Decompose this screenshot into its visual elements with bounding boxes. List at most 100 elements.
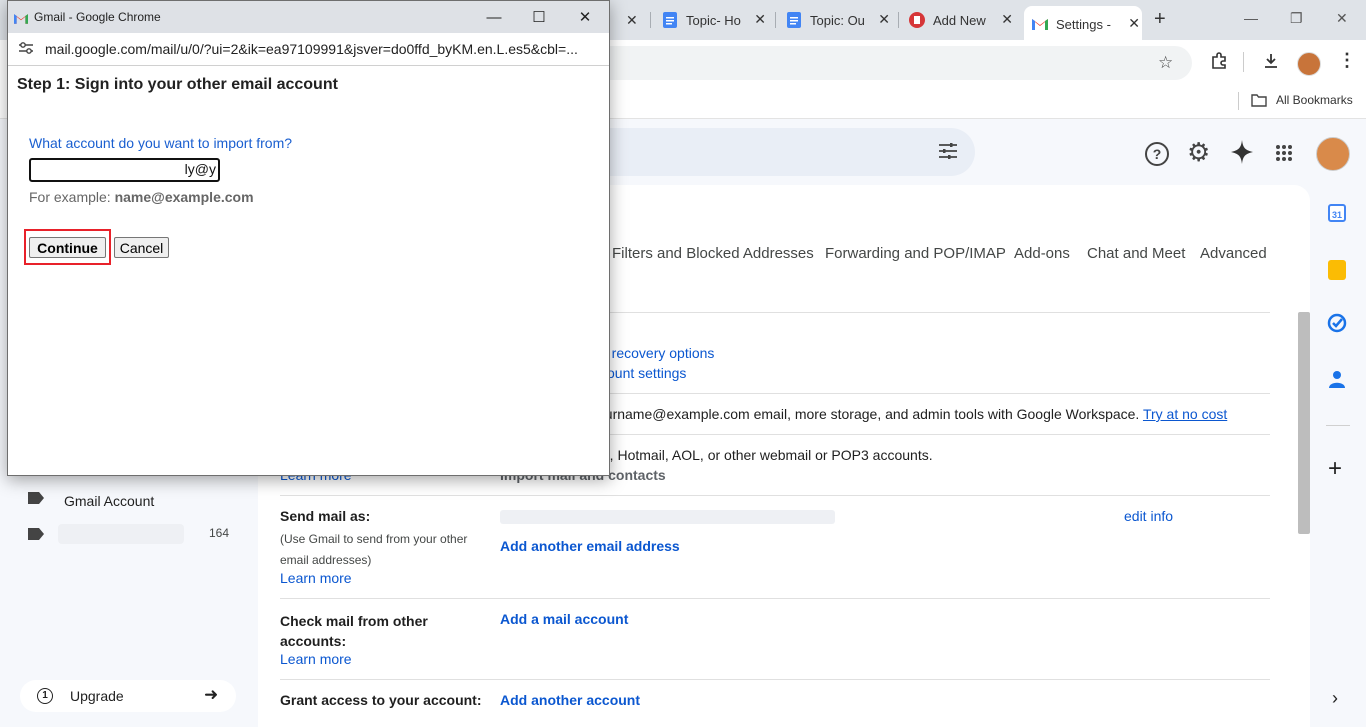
check-mail-label: Check mail from other accounts: <box>280 613 428 649</box>
side-panel-divider <box>1326 425 1350 426</box>
step-heading: Step 1: Sign into your other email accou… <box>17 76 338 93</box>
contacts-icon[interactable] <box>1329 370 1345 393</box>
upgrade-button[interactable]: 1 Upgrade ➜ <box>20 680 236 712</box>
tab-label: Settings - <box>1056 16 1111 32</box>
apps-grid-icon[interactable] <box>1275 144 1293 167</box>
gmail-icon <box>14 11 28 29</box>
add-another-account-link[interactable]: Add another account <box>500 692 640 708</box>
cancel-button[interactable]: Cancel <box>114 237 169 258</box>
tab-separator <box>775 12 776 28</box>
add-mail-account-link[interactable]: Add a mail account <box>500 611 628 627</box>
folder-icon <box>1251 93 1267 112</box>
tasks-icon[interactable] <box>1327 313 1347 338</box>
popup-minimize-icon[interactable]: — <box>474 5 514 29</box>
toolbar-divider <box>1243 52 1244 72</box>
upgrade-icon: 1 <box>37 688 53 704</box>
restore-icon[interactable]: ❐ <box>1290 10 1303 27</box>
wordpress-icon <box>909 12 925 28</box>
extensions-icon[interactable] <box>1210 52 1228 75</box>
example-value: name@example.com <box>114 189 254 205</box>
example-prefix: For example: <box>29 189 115 205</box>
add-email-address-link[interactable]: Add another email address <box>500 538 680 554</box>
popup-title: Gmail - Google Chrome <box>34 10 161 24</box>
workspace-text: ourname@example.com email, more storage,… <box>597 406 1143 422</box>
gmail-icon <box>1032 16 1048 32</box>
all-bookmarks-link[interactable]: All Bookmarks <box>1276 93 1353 107</box>
account-link[interactable]: d recovery options <box>600 345 714 361</box>
learn-more-link[interactable]: Learn more <box>280 570 352 586</box>
label-tag-icon <box>28 527 44 545</box>
sidebar-label-redacted[interactable] <box>58 524 184 544</box>
popup-close-icon[interactable]: ✕ <box>565 5 605 29</box>
tab-filters-blocked[interactable]: Filters and Blocked Addresses <box>612 245 814 262</box>
tab-chat-meet[interactable]: Chat and Meet <box>1087 245 1185 262</box>
arrow-right-icon: ➜ <box>204 685 219 704</box>
chevron-right-icon[interactable]: › <box>1332 688 1338 709</box>
docs-icon <box>786 12 802 28</box>
send-mail-as-note: (Use Gmail to send from your other email… <box>280 532 468 567</box>
try-workspace-link[interactable]: Try at no cost <box>1143 406 1227 422</box>
upgrade-label: Upgrade <box>70 688 124 704</box>
account-link[interactable]: count settings <box>600 365 686 381</box>
import-description: o!, Hotmail, AOL, or other webmail or PO… <box>598 447 933 463</box>
tab-label: Add New <box>933 12 986 28</box>
bookmark-divider <box>1238 92 1239 110</box>
send-mail-as-label: Send mail as: <box>280 508 371 524</box>
row-divider <box>280 495 1270 496</box>
sidebar-label-gmail-account[interactable]: Gmail Account <box>64 493 154 509</box>
learn-more-link[interactable]: Learn more <box>280 651 352 667</box>
gemini-sparkle-icon[interactable] <box>1231 140 1253 169</box>
close-tab-icon[interactable]: ✕ <box>878 11 890 28</box>
label-tag-icon <box>28 491 44 509</box>
close-tab-icon[interactable]: ✕ <box>754 11 766 28</box>
close-tab-icon[interactable]: ✕ <box>626 12 638 29</box>
account-avatar[interactable] <box>1316 137 1350 171</box>
row-divider <box>280 679 1270 680</box>
tab-add-new[interactable]: Add New ✕ <box>909 8 1021 32</box>
add-app-icon[interactable]: + <box>1328 455 1342 483</box>
docs-icon <box>662 12 678 28</box>
edit-info-link[interactable]: edit info <box>1124 508 1173 524</box>
content-scrollbar[interactable] <box>1298 312 1310 534</box>
gear-icon[interactable]: ⚙ <box>1187 138 1210 166</box>
calendar-icon[interactable]: 31 <box>1328 204 1346 222</box>
redacted-email <box>500 510 835 524</box>
tab-forwarding-pop-imap[interactable]: Forwarding and POP/IMAP <box>825 245 1006 262</box>
more-menu-icon[interactable]: ⋮ <box>1338 50 1356 71</box>
popup-url-bar: mail.google.com/mail/u/0/?ui=2&ik=ea9710… <box>8 33 609 66</box>
close-tab-icon[interactable]: ✕ <box>1128 15 1140 32</box>
example-hint: For example: name@example.com <box>29 189 254 205</box>
profile-avatar[interactable] <box>1297 52 1321 76</box>
sidebar-label-count: 164 <box>209 526 230 540</box>
continue-button[interactable]: Continue <box>29 237 106 258</box>
tab-topic-ou[interactable]: Topic: Ou ✕ <box>786 8 898 32</box>
tab-label: Topic- Ho <box>686 12 741 28</box>
keep-icon[interactable] <box>1328 260 1346 280</box>
address-bar[interactable]: ☆ <box>560 46 1192 80</box>
tab-settings[interactable]: Settings - ✕ <box>1024 6 1142 40</box>
tab-topic-ho[interactable]: Topic- Ho ✕ <box>662 8 774 32</box>
search-bar[interactable] <box>560 128 975 176</box>
import-popup-window: Gmail - Google Chrome — ☐ ✕ mail.google.… <box>7 0 610 476</box>
popup-maximize-icon[interactable]: ☐ <box>519 5 559 29</box>
workspace-row: ourname@example.com email, more storage,… <box>597 406 1227 422</box>
popup-url: mail.google.com/mail/u/0/?ui=2&ik=ea9710… <box>45 41 578 57</box>
help-icon[interactable]: ? <box>1145 142 1169 166</box>
new-tab-button[interactable]: + <box>1154 8 1166 31</box>
email-account-input[interactable]: ly@y <box>29 158 220 182</box>
site-settings-icon[interactable] <box>18 41 34 60</box>
search-options-icon[interactable] <box>938 142 958 165</box>
bookmark-star-icon[interactable]: ☆ <box>1158 53 1173 73</box>
email-account-value: ly@y <box>184 161 216 177</box>
tab-label: Topic: Ou <box>810 12 865 28</box>
minimize-icon[interactable]: — <box>1244 10 1258 26</box>
download-icon[interactable] <box>1262 52 1280 75</box>
row-divider <box>280 598 1270 599</box>
tab-separator <box>898 12 899 28</box>
close-tab-icon[interactable]: ✕ <box>1001 11 1013 28</box>
tab-add-ons[interactable]: Add-ons <box>1014 245 1070 262</box>
tab-advanced[interactable]: Advanced <box>1200 245 1267 262</box>
close-window-icon[interactable]: ✕ <box>1336 10 1348 27</box>
grant-access-label: Grant access to your account: <box>280 692 482 708</box>
import-question: What account do you want to import from? <box>29 135 293 151</box>
